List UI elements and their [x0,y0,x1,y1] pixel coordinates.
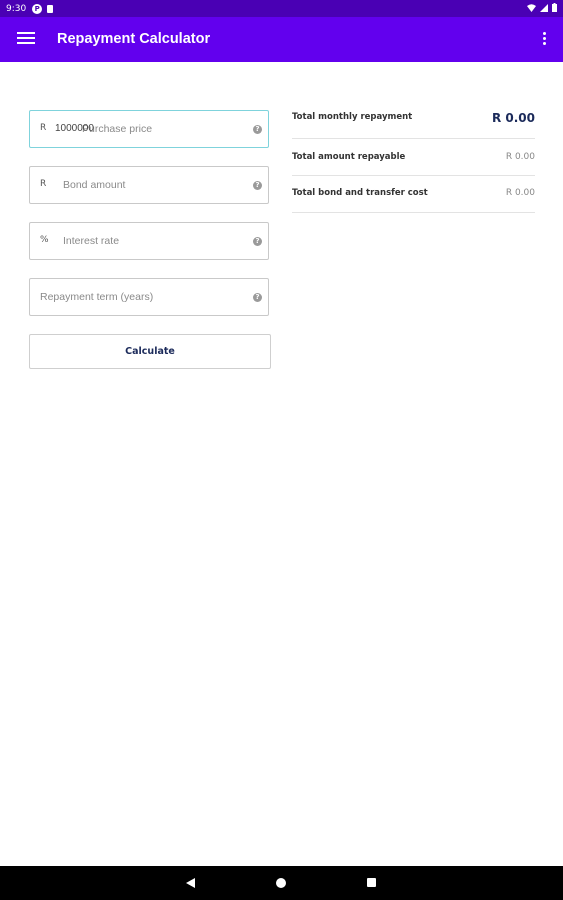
divider [292,212,535,213]
result-bond-row: Total bond and transfer cost R 0.00 [292,188,535,202]
status-time: 9:30 [6,3,27,14]
repayment-term-placeholder: Repayment term (years) [40,291,154,303]
recent-square-icon[interactable] [367,878,376,887]
sim-card-icon [47,4,54,13]
bond-amount-field[interactable]: R Bond amount ? [29,166,269,204]
signal-icon [540,3,548,12]
hamburger-menu-icon[interactable] [17,32,35,46]
currency-prefix: R [40,123,47,133]
repayment-term-field[interactable]: Repayment term (years) ? [29,278,269,316]
result-monthly-row: Total monthly repayment R 0.00 [292,111,535,131]
purchase-price-field[interactable]: R Purchase price 1000000 ? [29,110,269,148]
status-bar: 9:30 P [0,0,563,17]
result-bond-label: Total bond and transfer cost [292,188,428,198]
interest-rate-field[interactable]: % Interest rate ? [29,222,269,260]
back-triangle-icon[interactable] [186,878,195,888]
currency-prefix: R [40,179,47,189]
bond-amount-placeholder: Bond amount [63,179,126,191]
app-title: Repayment Calculator [57,31,211,47]
purchase-price-value: 1000000 [55,123,94,134]
result-total-row: Total amount repayable R 0.00 [292,152,535,166]
result-total-label: Total amount repayable [292,152,406,162]
help-circle-icon[interactable]: ? [253,181,262,190]
home-circle-icon[interactable] [276,878,286,888]
calculate-button[interactable]: Calculate [29,334,271,369]
divider [292,138,535,139]
help-circle-icon[interactable]: ? [253,125,262,134]
percent-prefix: % [40,235,49,245]
result-monthly-value: R 0.00 [491,111,535,125]
wifi-icon [527,3,536,12]
result-monthly-label: Total monthly repayment [292,112,413,122]
help-circle-icon[interactable]: ? [253,293,262,302]
status-icons [527,3,557,12]
battery-icon [552,3,557,12]
more-vert-icon[interactable] [543,32,547,47]
notification-icon: P [32,3,43,14]
interest-rate-placeholder: Interest rate [63,235,120,247]
system-nav-bar [0,866,563,900]
app-bar: Repayment Calculator [0,17,563,62]
help-circle-icon[interactable]: ? [253,237,262,246]
result-bond-value: R 0.00 [505,188,535,198]
divider [292,175,535,176]
result-total-value: R 0.00 [505,152,535,162]
